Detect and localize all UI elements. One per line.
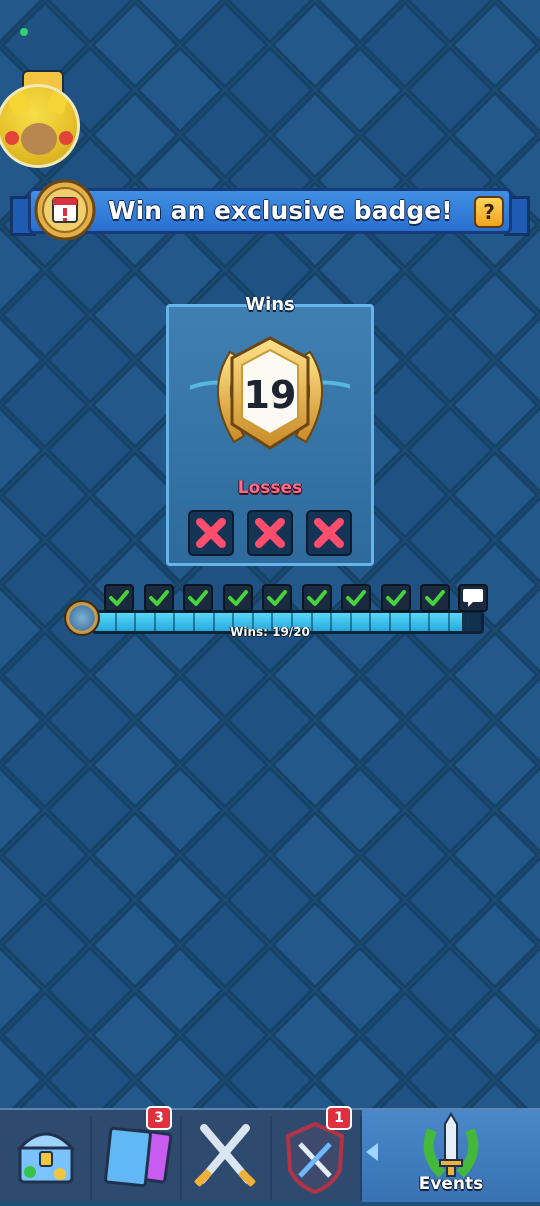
help-button[interactable]: ? — [474, 196, 504, 228]
loss-slot — [188, 510, 234, 556]
nav-arrow-left-icon — [366, 1143, 378, 1161]
status-indicator-dot — [20, 28, 28, 36]
crossed-swords-icon — [194, 1124, 256, 1187]
nav-item-battle[interactable] — [180, 1110, 270, 1202]
nav-item-clan[interactable]: 1 — [270, 1106, 360, 1202]
milestone-check — [262, 584, 292, 612]
x-mark-icon — [255, 518, 285, 548]
x-mark-icon — [196, 518, 226, 548]
check-icon — [385, 590, 406, 606]
losses-label: Losses — [237, 478, 303, 498]
cards-badge: 3 — [146, 1106, 172, 1130]
check-icon — [346, 590, 366, 606]
milestone-check — [420, 584, 450, 612]
check-icon — [267, 590, 287, 606]
nav-label-events: Events — [418, 1174, 484, 1194]
loss-slot — [306, 510, 352, 556]
check-icon — [306, 590, 327, 606]
x-mark-icon — [314, 518, 344, 548]
avatar[interactable] — [0, 84, 80, 168]
nav-item-cards[interactable]: 3 — [90, 1106, 180, 1202]
check-icon — [109, 590, 129, 606]
wins-count: 19 — [244, 373, 297, 417]
calendar-laurel-icon — [34, 179, 96, 241]
wins-label: Wins — [245, 294, 295, 315]
milestone-check — [143, 584, 174, 612]
event-banner: Win an exclusive badge! — [10, 179, 530, 242]
events-sword-laurel-icon — [423, 1112, 479, 1178]
milestone-check — [380, 584, 411, 612]
nav-item-shop[interactable] — [0, 1110, 90, 1202]
check-icon — [425, 590, 445, 606]
clan-badge: 1 — [326, 1106, 352, 1130]
reward-cell[interactable] — [458, 584, 488, 612]
speech-bubble-icon — [463, 589, 483, 607]
chest-icon — [16, 1132, 76, 1184]
check-icon — [227, 590, 248, 606]
progress-text: Wins: 19/20 — [230, 625, 310, 639]
check-icon — [188, 590, 208, 606]
loss-slot — [247, 510, 293, 556]
milestone-check — [301, 584, 332, 612]
milestone-check — [104, 584, 134, 612]
check-icon — [148, 590, 169, 606]
banner-title: Win an exclusive badge! — [108, 196, 453, 225]
wins-badge: 19 — [190, 336, 350, 450]
milestone-check — [183, 584, 213, 612]
milestone-check — [341, 584, 371, 612]
milestone-check — [222, 584, 253, 612]
